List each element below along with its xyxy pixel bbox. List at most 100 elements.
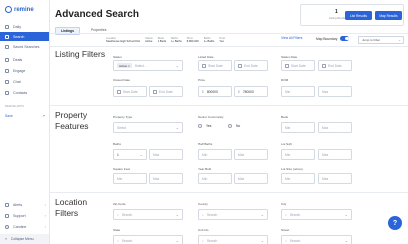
sidebar-item-engage[interactable]: Engage bbox=[0, 66, 49, 75]
status-chip-active[interactable]: Active × bbox=[117, 63, 132, 68]
filter-crumb[interactable]: Location Steelhouse High School Dist bbox=[106, 37, 140, 44]
filter-crumb[interactable]: Baths 1+ Baths bbox=[171, 37, 182, 44]
senior-yes-radio[interactable]: Yes bbox=[198, 124, 211, 128]
senior-no-radio[interactable]: No bbox=[228, 124, 240, 128]
listed-date-end-input[interactable]: End Date bbox=[234, 60, 268, 71]
collapse-menu-button[interactable]: «Collapse Menu bbox=[0, 234, 49, 244]
sidebar-item-contacts[interactable]: Contacts bbox=[0, 88, 49, 97]
sidebar-item-label: Save bbox=[5, 114, 13, 118]
unit-label: Unit No. bbox=[198, 228, 210, 232]
state-label: State bbox=[113, 228, 121, 232]
contacts-icon bbox=[5, 90, 9, 95]
filter-crumb[interactable]: Beds 1 Beds bbox=[158, 37, 166, 44]
year-built-min-input[interactable]: Min bbox=[198, 173, 232, 184]
price-max-input[interactable]: $780000 bbox=[234, 86, 268, 97]
lot-sqft-max-input[interactable]: Max bbox=[318, 149, 352, 160]
placeholder: Max bbox=[322, 125, 329, 130]
dollar-icon: $ bbox=[238, 89, 240, 94]
lot-sqft-min-input[interactable]: Min bbox=[281, 149, 315, 160]
brand-logo[interactable]: remine bbox=[5, 6, 34, 13]
sidebar-item-support[interactable]: Support › bbox=[0, 211, 49, 220]
closed-date-start-input[interactable]: Start Date bbox=[113, 86, 147, 97]
section-title-property-features: Property Features bbox=[55, 110, 89, 131]
state-select[interactable]: ⌕ Search ⌄ bbox=[113, 235, 183, 244]
sidebar-section-label: REMINE APPS bbox=[5, 104, 24, 108]
map-results-button[interactable]: Map Results bbox=[375, 11, 402, 20]
dollar-icon: $ bbox=[202, 89, 204, 94]
section-title-location-filters: Location Filters bbox=[55, 197, 88, 218]
baths-max-input[interactable]: Max bbox=[149, 149, 183, 160]
placeholder: Min bbox=[285, 89, 291, 94]
closed-date-end-input[interactable]: End Date bbox=[149, 86, 183, 97]
county-select[interactable]: ⌕ Search ⌄ bbox=[198, 209, 268, 220]
year-built-max-input[interactable]: Max bbox=[234, 173, 268, 184]
square-feet-max-input[interactable]: Max bbox=[149, 173, 183, 184]
filter-crumb[interactable]: Status Active bbox=[145, 37, 153, 44]
placeholder: Min bbox=[285, 176, 291, 181]
help-button[interactable]: ? bbox=[388, 216, 402, 230]
placeholder: Min bbox=[202, 152, 208, 157]
sidebar-item-label: Contacts bbox=[13, 90, 28, 95]
status-date-end-input[interactable]: End Date bbox=[318, 60, 352, 71]
brand-name: remine bbox=[14, 6, 34, 13]
list-results-button[interactable]: List Results bbox=[345, 11, 372, 20]
sidebar-item-save[interactable]: Save ↗ bbox=[5, 114, 45, 118]
crumb-value: Yes bbox=[219, 40, 224, 44]
city-label: City bbox=[281, 202, 287, 206]
calendar-icon bbox=[238, 63, 242, 68]
baths-min-value: 1 bbox=[117, 152, 119, 157]
status-label: Status bbox=[113, 55, 122, 59]
view-all-filters-link[interactable]: View All Filters bbox=[281, 36, 302, 40]
sidebar-item-alerts[interactable]: Alerts › bbox=[0, 200, 49, 209]
status-date-start-input[interactable]: Start Date bbox=[281, 60, 315, 71]
square-feet-min-input[interactable]: Min bbox=[113, 173, 147, 184]
baths-min-input[interactable]: 1 ⌄ bbox=[113, 149, 147, 160]
divider bbox=[50, 46, 408, 47]
crumb-value: $ 800,000 bbox=[186, 40, 199, 44]
sidebar-item-saved-searches[interactable]: Saved Searches bbox=[0, 42, 49, 51]
map-boundary-toggle[interactable] bbox=[340, 36, 350, 41]
external-link-icon: ↗ bbox=[42, 114, 45, 118]
city-select[interactable]: ⌕ Search ⌄ bbox=[281, 209, 352, 220]
half-baths-max-input[interactable]: Max bbox=[234, 149, 268, 160]
dom-label: DOM bbox=[281, 78, 289, 82]
map-boundary-label: Map Boundary bbox=[316, 36, 338, 41]
dom-min-input[interactable]: Min bbox=[281, 86, 315, 97]
street-select[interactable]: ⌕ Search ⌄ bbox=[281, 235, 352, 244]
dom-max-input[interactable]: Max bbox=[318, 86, 352, 97]
filter-crumb[interactable]: Price $ 800,000 bbox=[187, 37, 199, 44]
zip-code-select[interactable]: ⌕ Search ⌄ bbox=[113, 209, 183, 220]
status-select[interactable]: Active × Select... ⌄ bbox=[113, 60, 183, 71]
calendar-icon bbox=[285, 63, 289, 68]
lot-size-max-input[interactable]: Max bbox=[318, 173, 352, 184]
placeholder: Search bbox=[289, 212, 301, 217]
sidebar-item-deals[interactable]: Deals bbox=[0, 55, 49, 64]
listed-date-start-input[interactable]: Start Date bbox=[198, 60, 232, 71]
listed-date-label: Listed Date bbox=[198, 55, 214, 59]
sidebar-item-label: Chat bbox=[13, 79, 21, 84]
view-all-filters-label: View All Filters bbox=[281, 36, 303, 40]
sidebar-item-search[interactable]: Search bbox=[0, 32, 49, 41]
beds-max-input[interactable]: Max bbox=[318, 122, 352, 133]
lot-size-min-input[interactable]: Min bbox=[281, 173, 315, 184]
placeholder: Max bbox=[153, 176, 160, 181]
price-min-input[interactable]: $800000 bbox=[198, 86, 232, 97]
divider bbox=[50, 192, 408, 193]
placeholder: Search bbox=[289, 238, 301, 243]
property-type-select[interactable]: Select ⌄ bbox=[113, 122, 183, 133]
calendar-icon bbox=[322, 63, 326, 68]
placeholder: Min bbox=[202, 176, 208, 181]
sidebar-item-daily[interactable]: Daily bbox=[0, 22, 49, 31]
baths-label: Baths bbox=[113, 142, 121, 146]
filter-crumb[interactable]: Pool Yes bbox=[219, 37, 224, 44]
sidebar-item-profile[interactable]: Caroline › bbox=[0, 222, 49, 231]
unit-select[interactable]: ⌕ Search ⌄ bbox=[198, 235, 268, 244]
sidebar-item-chat[interactable]: Chat bbox=[0, 77, 49, 86]
filter-crumb[interactable]: Baths 1+ Baths bbox=[204, 37, 215, 44]
jump-to-filter-select[interactable]: Jump to Filter ⌄ bbox=[358, 36, 404, 44]
map-boundary-control: Map Boundary bbox=[316, 36, 350, 41]
placeholder: Max bbox=[238, 176, 245, 181]
half-baths-min-input[interactable]: Min bbox=[198, 149, 232, 160]
beds-min-input[interactable]: Min bbox=[281, 122, 315, 133]
crumb-value: Steelhouse High School Dist bbox=[106, 40, 141, 44]
